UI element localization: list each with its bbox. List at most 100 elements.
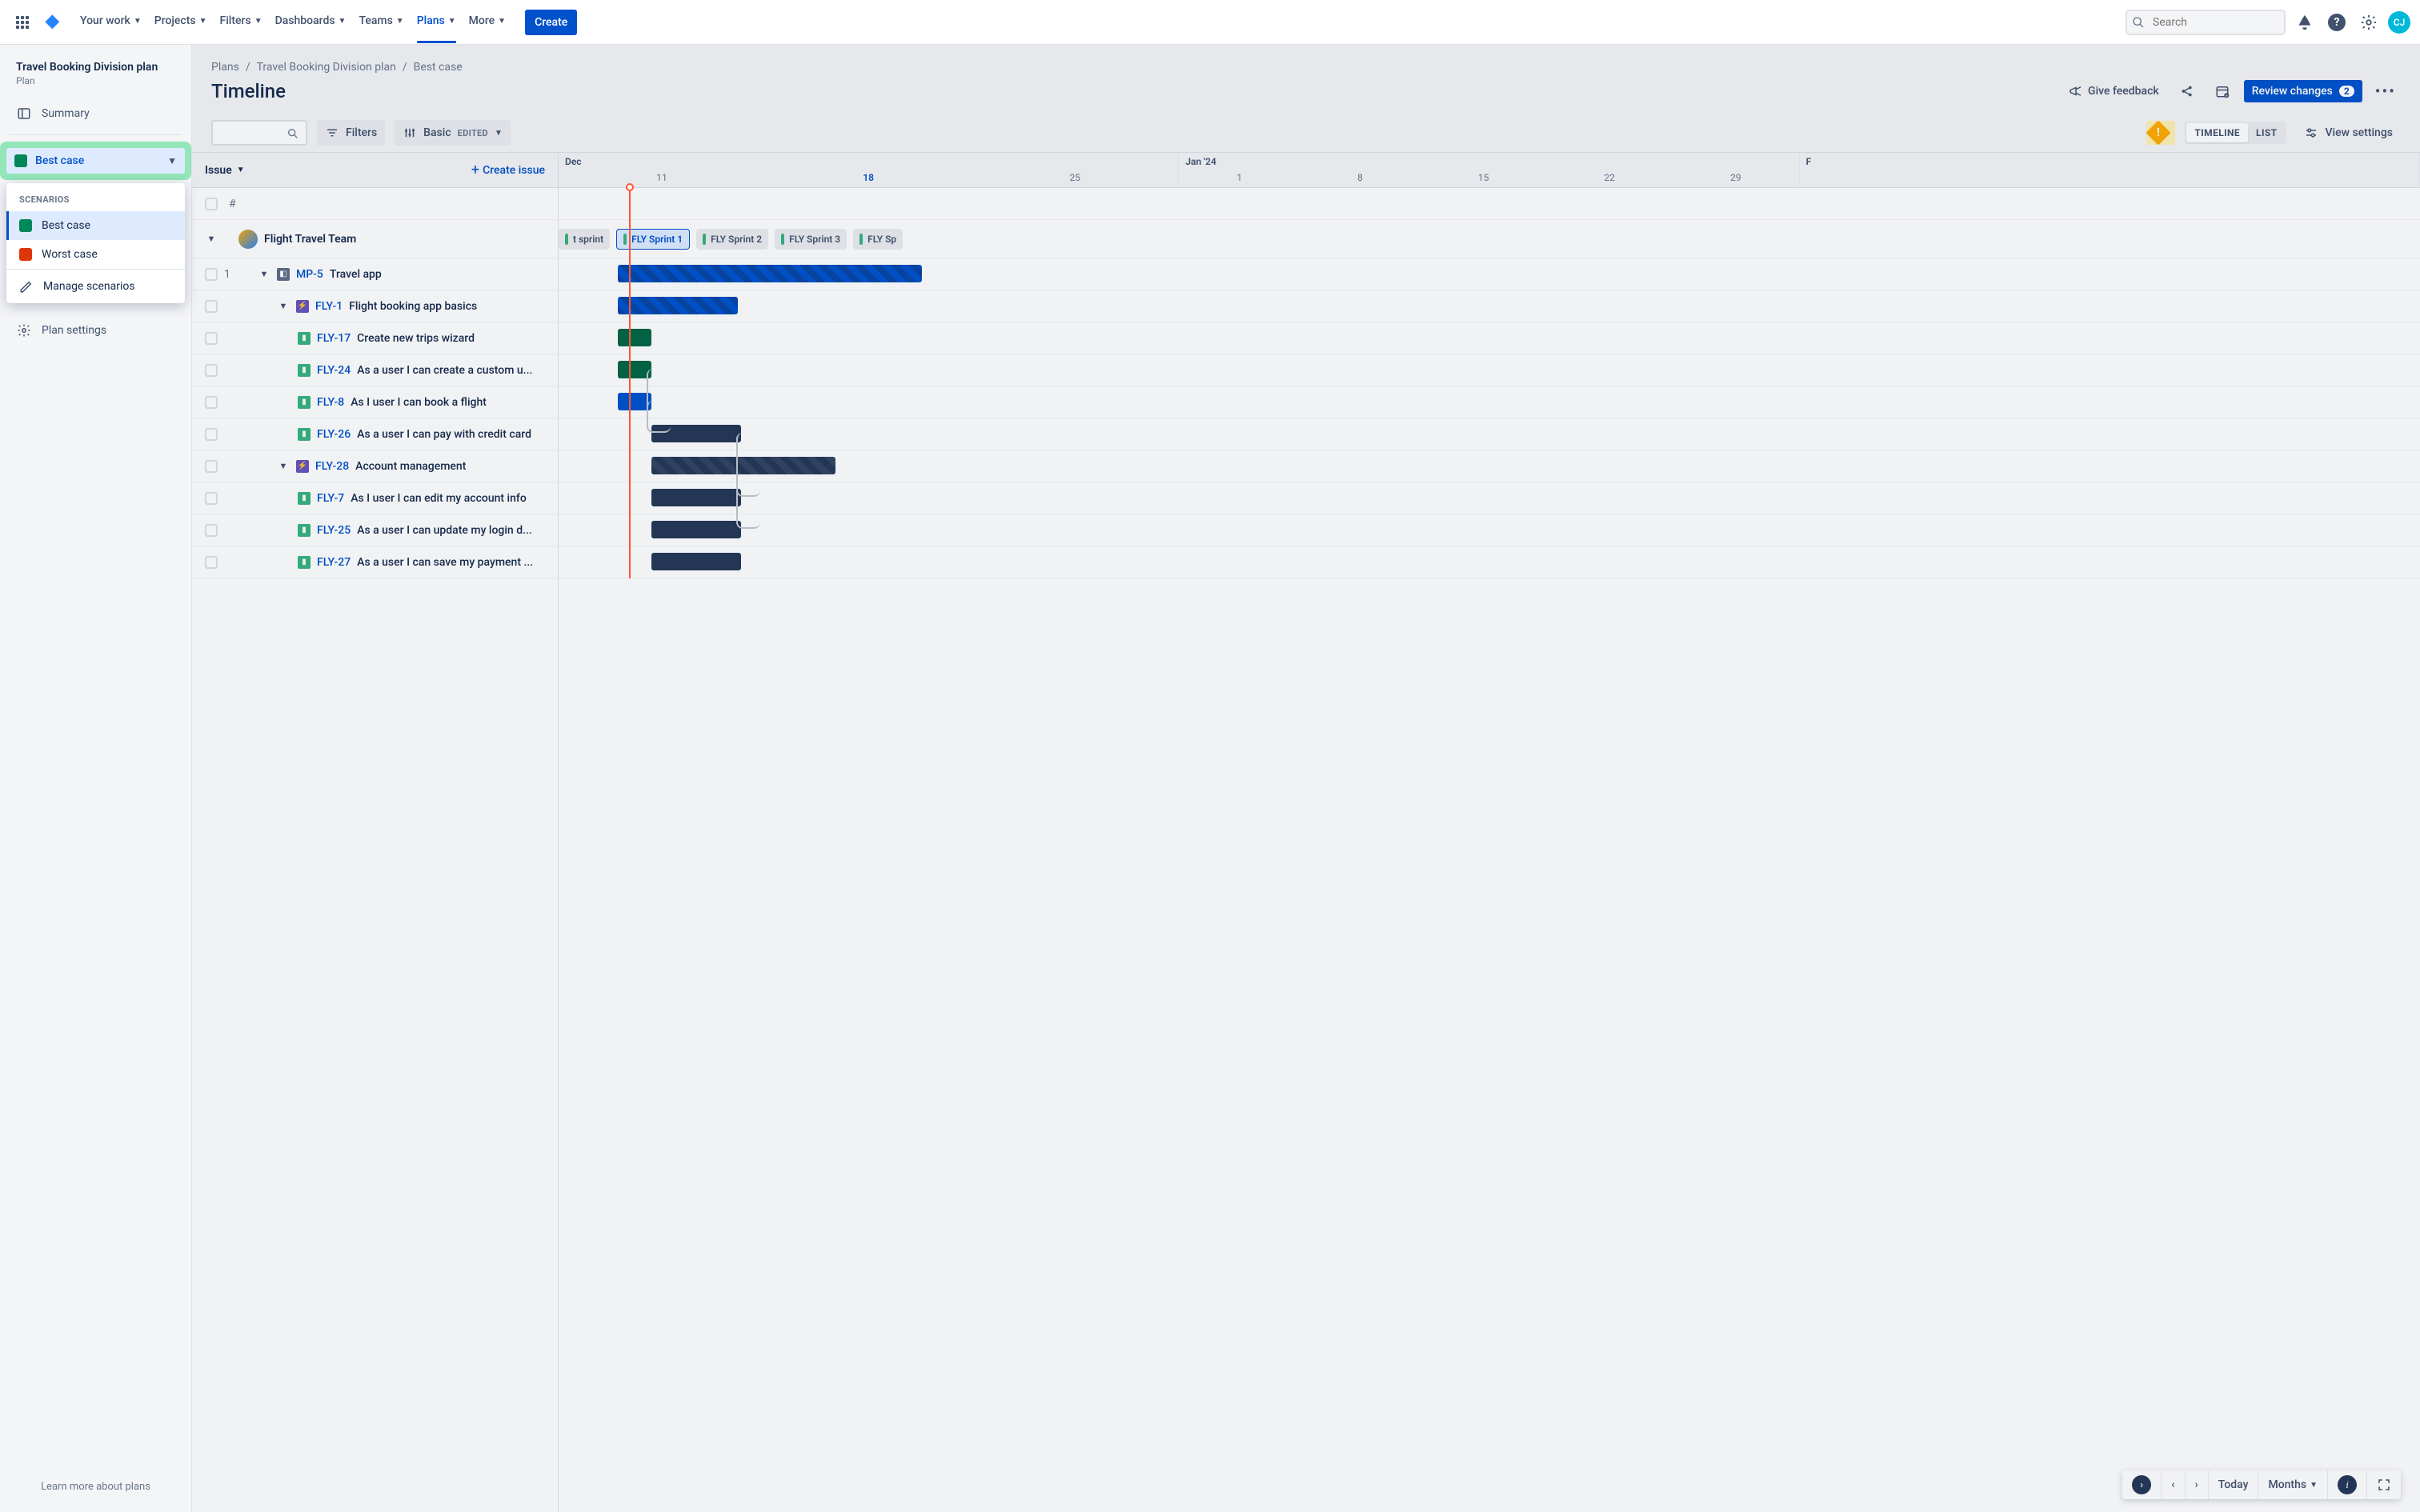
- scenario-option-best-case[interactable]: Best case: [6, 211, 185, 240]
- share-button[interactable]: [2174, 79, 2201, 103]
- legend-button[interactable]: i: [2328, 1470, 2367, 1499]
- row-checkbox[interactable]: [205, 300, 218, 313]
- chevron-down-icon: ▼: [134, 17, 142, 26]
- gantt-bar[interactable]: [618, 297, 738, 314]
- row-checkbox[interactable]: [205, 460, 218, 473]
- issue-row[interactable]: ▮FLY-24As a user I can create a custom u…: [192, 354, 558, 386]
- sprint-pill[interactable]: FLY Sprint 3: [775, 229, 847, 250]
- sprint-pill[interactable]: FLY Sprint 2: [696, 229, 768, 250]
- notifications-icon[interactable]: [2292, 10, 2318, 35]
- manage-scenarios-item[interactable]: Manage scenarios: [6, 270, 185, 303]
- gantt-bar[interactable]: [651, 521, 741, 538]
- issue-key[interactable]: FLY-27: [317, 556, 351, 569]
- create-issue-button[interactable]: + Create issue: [471, 162, 545, 178]
- create-button[interactable]: Create: [525, 10, 577, 35]
- gantt-bar[interactable]: [618, 361, 651, 378]
- global-search[interactable]: [2126, 10, 2286, 35]
- nav-item-your-work[interactable]: Your work▼: [74, 0, 148, 45]
- sidebar-item-summary[interactable]: Summary: [6, 99, 185, 128]
- issue-key[interactable]: FLY-17: [317, 332, 351, 345]
- gantt-bar[interactable]: [651, 489, 741, 506]
- help-icon[interactable]: ?: [2324, 10, 2350, 35]
- app-switcher-icon[interactable]: [10, 10, 35, 35]
- warning-icon[interactable]: !: [2146, 121, 2175, 145]
- row-checkbox[interactable]: [205, 332, 218, 345]
- nav-item-projects[interactable]: Projects▼: [148, 0, 214, 45]
- view-settings-button[interactable]: View settings: [2296, 121, 2401, 145]
- row-checkbox[interactable]: [205, 364, 218, 377]
- row-checkbox[interactable]: [205, 268, 218, 281]
- issue-row[interactable]: ▮FLY-17Create new trips wizard: [192, 322, 558, 354]
- sidebar-item-plan-settings[interactable]: Plan settings: [6, 316, 185, 345]
- more-menu-button[interactable]: •••: [2370, 78, 2401, 104]
- issue-key[interactable]: FLY-28: [315, 460, 349, 473]
- issue-key[interactable]: FLY-1: [315, 300, 343, 313]
- issue-row[interactable]: ▼⚡FLY-28Account management: [192, 450, 558, 482]
- calendar-button[interactable]: +: [2209, 79, 2236, 103]
- issue-row[interactable]: ▮FLY-7As I user I can edit my account in…: [192, 482, 558, 514]
- select-all-checkbox[interactable]: [205, 198, 218, 210]
- gantt-bar[interactable]: [618, 329, 651, 346]
- issue-row[interactable]: ▮FLY-27As a user I can save my payment .…: [192, 546, 558, 578]
- nav-item-plans[interactable]: Plans▼: [411, 0, 463, 45]
- scenario-dropdown-button[interactable]: Best case ▼: [6, 148, 185, 174]
- issue-column-header[interactable]: Issue ▼: [205, 164, 245, 177]
- issue-key[interactable]: FLY-25: [317, 524, 351, 537]
- row-checkbox[interactable]: [205, 524, 218, 537]
- jira-logo-icon[interactable]: [42, 11, 64, 34]
- row-checkbox[interactable]: [205, 396, 218, 409]
- review-count-badge: 2: [2339, 86, 2354, 97]
- sprint-pill[interactable]: t sprint: [559, 229, 610, 250]
- next-button[interactable]: ›: [2186, 1470, 2209, 1499]
- zoom-unit-dropdown[interactable]: Months ▼: [2258, 1470, 2328, 1499]
- breadcrumb-item[interactable]: Best case: [414, 61, 463, 74]
- row-checkbox[interactable]: [205, 428, 218, 441]
- issue-key[interactable]: FLY-26: [317, 428, 351, 441]
- scroll-back-button[interactable]: ›: [2122, 1470, 2162, 1499]
- issue-key[interactable]: FLY-7: [317, 492, 344, 505]
- scenario-option-worst-case[interactable]: Worst case: [6, 240, 185, 269]
- expand-icon[interactable]: ▼: [205, 234, 218, 244]
- gantt-bar[interactable]: [651, 457, 835, 474]
- settings-icon[interactable]: [2356, 10, 2382, 35]
- expand-icon[interactable]: ▼: [277, 301, 290, 311]
- issue-key[interactable]: MP-5: [296, 268, 323, 281]
- give-feedback-button[interactable]: Give feedback: [2062, 79, 2166, 103]
- issue-search[interactable]: [211, 120, 307, 146]
- breadcrumb-item[interactable]: Plans: [211, 61, 239, 74]
- filters-button[interactable]: Filters: [317, 120, 385, 146]
- fullscreen-button[interactable]: [2367, 1470, 2401, 1499]
- row-checkbox[interactable]: [205, 492, 218, 505]
- issue-row[interactable]: ▮FLY-26As a user I can pay with credit c…: [192, 418, 558, 450]
- issue-row[interactable]: ▮FLY-8As I user I can book a flight: [192, 386, 558, 418]
- row-checkbox[interactable]: [205, 556, 218, 569]
- learn-more-link[interactable]: Learn more about plans: [6, 1471, 185, 1502]
- nav-item-dashboards[interactable]: Dashboards▼: [269, 0, 353, 45]
- gantt-bar[interactable]: [618, 265, 922, 282]
- nav-item-more[interactable]: More▼: [463, 0, 512, 45]
- tab-timeline[interactable]: TIMELINE: [2186, 123, 2248, 142]
- sprint-pill[interactable]: FLY Sp: [853, 229, 903, 250]
- issue-key[interactable]: FLY-8: [317, 396, 344, 409]
- gantt-bar[interactable]: [618, 393, 651, 410]
- nav-item-teams[interactable]: Teams▼: [352, 0, 410, 45]
- sprint-pill[interactable]: FLY Sprint 1: [616, 229, 690, 250]
- filter-mode-button[interactable]: Basic EDITED ▼: [395, 120, 511, 146]
- issue-row[interactable]: ▮FLY-25As a user I can update my login d…: [192, 514, 558, 546]
- tab-list[interactable]: LIST: [2248, 123, 2285, 142]
- gantt-bar[interactable]: [651, 553, 741, 570]
- issue-row[interactable]: 1▼◧MP-5Travel app: [192, 258, 558, 290]
- team-row[interactable]: ▼ Flight Travel Team: [192, 220, 558, 258]
- expand-icon[interactable]: ▼: [258, 269, 270, 279]
- breadcrumb-item[interactable]: Travel Booking Division plan: [257, 61, 396, 74]
- expand-icon[interactable]: ▼: [277, 461, 290, 471]
- today-button[interactable]: Today: [2209, 1470, 2259, 1499]
- avatar[interactable]: CJ: [2388, 11, 2410, 34]
- issue-key[interactable]: FLY-24: [317, 364, 351, 377]
- search-input[interactable]: [2126, 10, 2286, 35]
- review-changes-button[interactable]: Review changes 2: [2244, 80, 2362, 102]
- nav-item-filters[interactable]: Filters▼: [214, 0, 269, 45]
- gantt-bar[interactable]: [651, 425, 741, 442]
- issue-row[interactable]: ▼⚡FLY-1Flight booking app basics: [192, 290, 558, 322]
- prev-button[interactable]: ‹: [2162, 1470, 2185, 1499]
